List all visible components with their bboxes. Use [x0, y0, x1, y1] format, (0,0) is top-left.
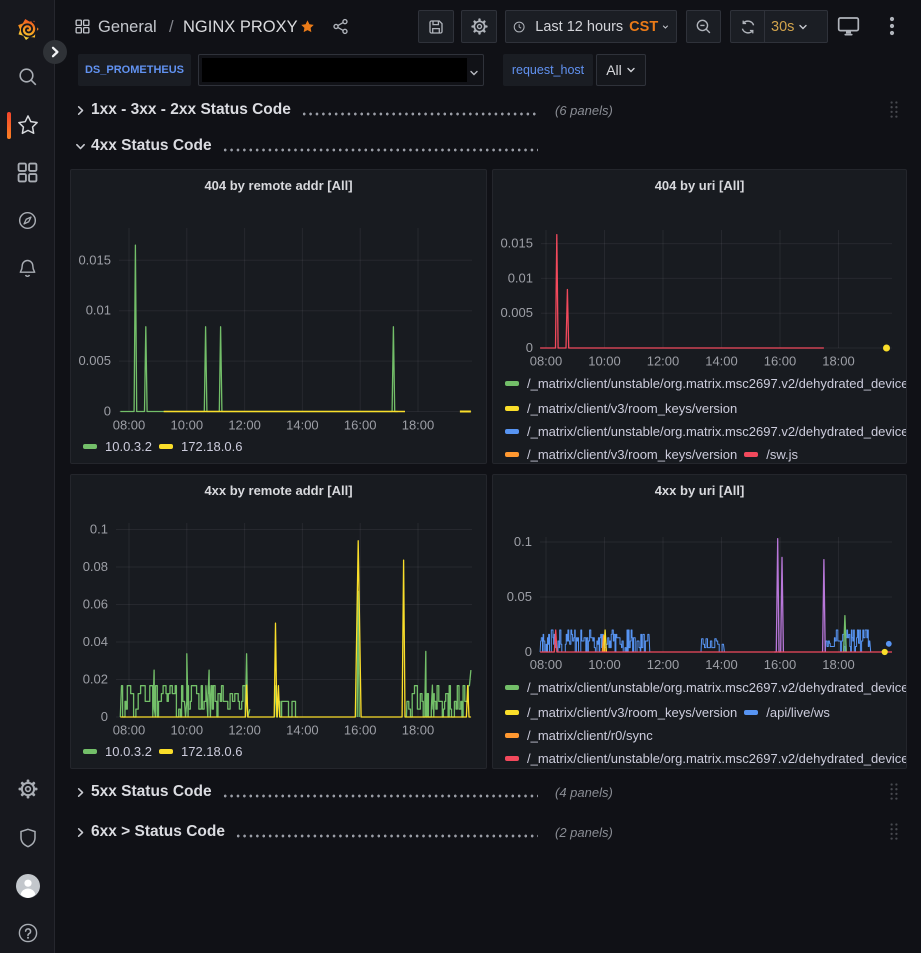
svg-text:0.1: 0.1 — [90, 522, 108, 537]
svg-text:0.005: 0.005 — [78, 353, 111, 368]
svg-text:0.05: 0.05 — [507, 589, 532, 604]
svg-text:0.015: 0.015 — [500, 236, 533, 251]
svg-text:18:00: 18:00 — [402, 723, 435, 738]
svg-text:0: 0 — [104, 404, 111, 419]
svg-text:12:00: 12:00 — [228, 418, 261, 433]
svg-text:18:00: 18:00 — [822, 354, 855, 369]
svg-text:0.005: 0.005 — [500, 305, 533, 320]
svg-text:0.08: 0.08 — [83, 559, 108, 574]
svg-text:14:00: 14:00 — [705, 354, 738, 369]
svg-text:08:00: 08:00 — [530, 657, 563, 672]
svg-text:0.1: 0.1 — [514, 534, 532, 549]
svg-text:18:00: 18:00 — [402, 418, 435, 433]
svg-text:08:00: 08:00 — [530, 354, 563, 369]
svg-text:16:00: 16:00 — [344, 418, 377, 433]
svg-text:10:00: 10:00 — [588, 354, 621, 369]
svg-text:0: 0 — [101, 709, 108, 724]
svg-text:16:00: 16:00 — [764, 657, 797, 672]
svg-text:08:00: 08:00 — [113, 723, 146, 738]
svg-text:0.02: 0.02 — [83, 672, 108, 687]
svg-text:08:00: 08:00 — [113, 418, 146, 433]
svg-text:18:00: 18:00 — [822, 657, 855, 672]
svg-text:0.01: 0.01 — [508, 270, 533, 285]
svg-text:12:00: 12:00 — [647, 354, 680, 369]
svg-text:10:00: 10:00 — [171, 418, 204, 433]
svg-text:0.04: 0.04 — [83, 634, 108, 649]
svg-text:16:00: 16:00 — [764, 354, 797, 369]
svg-text:10:00: 10:00 — [588, 657, 621, 672]
svg-text:0.06: 0.06 — [83, 597, 108, 612]
svg-text:0.01: 0.01 — [86, 303, 111, 318]
svg-text:14:00: 14:00 — [286, 723, 319, 738]
svg-text:10:00: 10:00 — [171, 723, 204, 738]
svg-text:12:00: 12:00 — [228, 723, 261, 738]
svg-text:0.015: 0.015 — [78, 252, 111, 267]
svg-text:14:00: 14:00 — [705, 657, 738, 672]
svg-text:14:00: 14:00 — [286, 418, 319, 433]
svg-text:12:00: 12:00 — [647, 657, 680, 672]
svg-text:16:00: 16:00 — [344, 723, 377, 738]
